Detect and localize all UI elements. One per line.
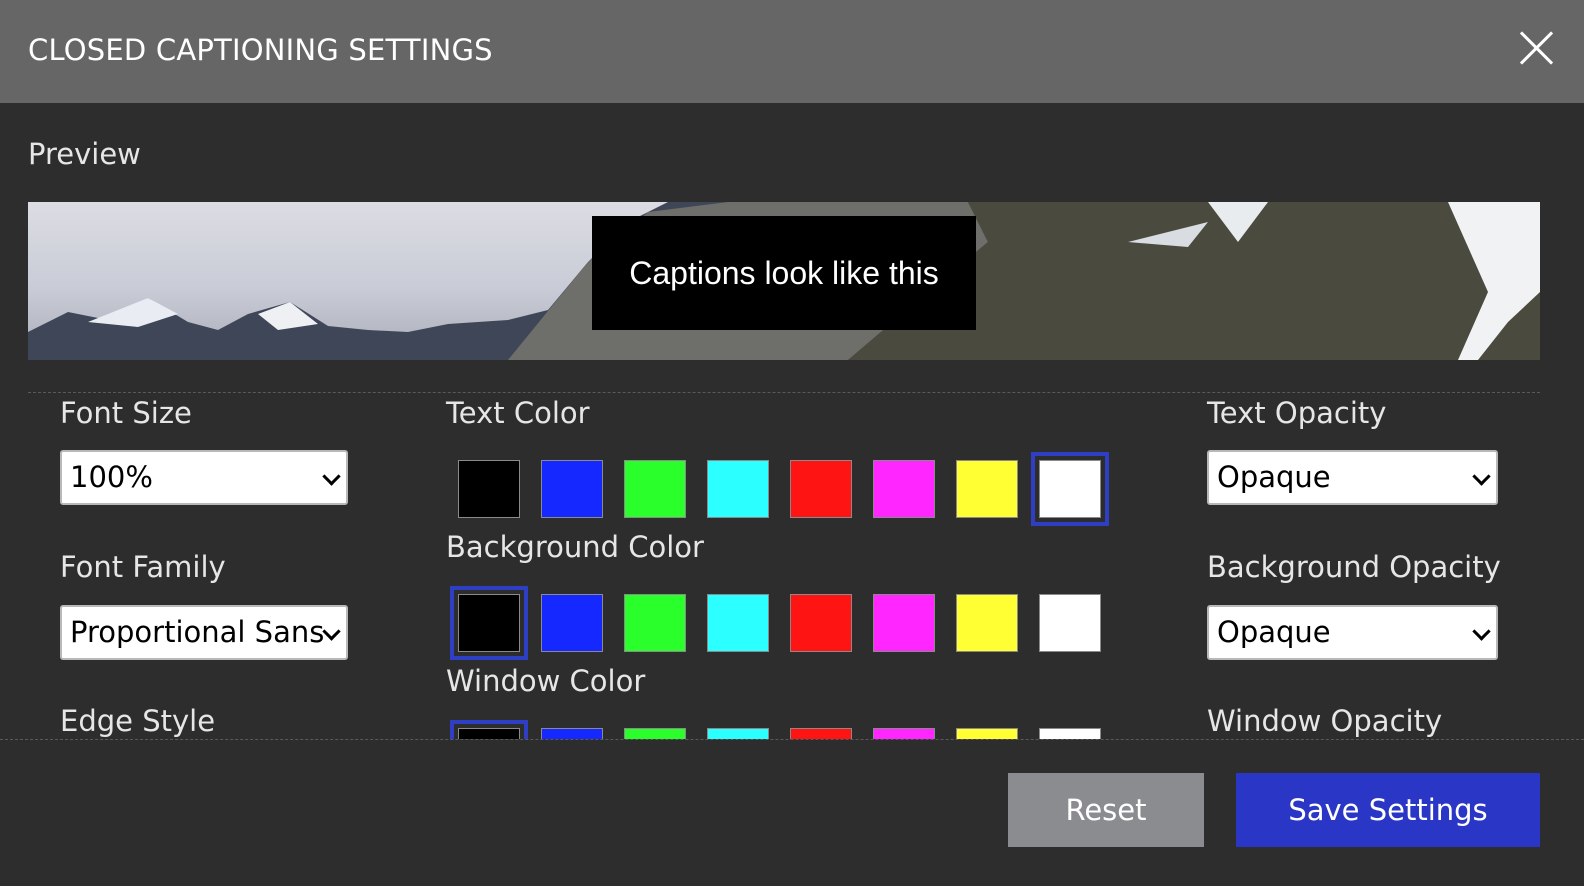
- chevron-down-icon: [1472, 622, 1491, 641]
- font-size-value: 100%: [70, 460, 153, 494]
- chevron-down-icon: [322, 467, 341, 486]
- chevron-down-icon: [1472, 467, 1491, 486]
- background-color-swatch-black[interactable]: [450, 586, 528, 660]
- font-family-value: Proportional Sans: [70, 615, 325, 649]
- chevron-down-icon: [322, 622, 341, 641]
- dialog-title: CLOSED CAPTIONING SETTINGS: [28, 33, 493, 67]
- window-color-label: Window Color: [446, 664, 646, 698]
- background-color-label: Background Color: [446, 530, 704, 564]
- close-icon[interactable]: [1518, 30, 1554, 66]
- text-color-swatch-black[interactable]: [458, 460, 520, 518]
- window-color-swatch-red[interactable]: [790, 728, 852, 739]
- background-color-swatch-green[interactable]: [624, 594, 686, 652]
- font-size-select[interactable]: 100%: [60, 450, 348, 505]
- background-color-swatch-white[interactable]: [1039, 594, 1101, 652]
- background-color-swatch-red[interactable]: [790, 594, 852, 652]
- window-color-swatch-blue[interactable]: [541, 728, 603, 739]
- window-color-swatch-green[interactable]: [624, 728, 686, 739]
- dialog-body: Preview Captions look like this Font Siz…: [0, 103, 1584, 739]
- text-color-label: Text Color: [446, 396, 590, 430]
- background-opacity-value: Opaque: [1217, 615, 1331, 649]
- background-color-swatch-magenta[interactable]: [873, 594, 935, 652]
- footer-divider: [0, 739, 1584, 740]
- text-color-swatch-blue[interactable]: [541, 460, 603, 518]
- text-color-swatch-magenta[interactable]: [873, 460, 935, 518]
- save-settings-button[interactable]: Save Settings: [1236, 773, 1540, 847]
- window-color-swatch-magenta[interactable]: [873, 728, 935, 739]
- text-opacity-select[interactable]: Opaque: [1207, 450, 1498, 505]
- text-color-swatch-red[interactable]: [790, 460, 852, 518]
- font-family-select[interactable]: Proportional Sans: [60, 605, 348, 660]
- preview-image: Captions look like this: [28, 202, 1540, 360]
- window-color-swatch-yellow[interactable]: [956, 728, 1018, 739]
- background-opacity-label: Background Opacity: [1207, 550, 1501, 584]
- text-opacity-label: Text Opacity: [1207, 396, 1387, 430]
- window-color-swatch-white[interactable]: [1039, 728, 1101, 739]
- reset-button[interactable]: Reset: [1008, 773, 1204, 847]
- background-opacity-select[interactable]: Opaque: [1207, 605, 1498, 660]
- font-family-label: Font Family: [60, 550, 226, 584]
- dialog-header: CLOSED CAPTIONING SETTINGS: [0, 0, 1584, 103]
- preview-label: Preview: [28, 137, 141, 171]
- text-color-swatch-green[interactable]: [624, 460, 686, 518]
- caption-preview-text: Captions look like this: [592, 216, 976, 330]
- edge-style-label: Edge Style: [60, 704, 216, 738]
- window-color-swatch-black[interactable]: [450, 720, 528, 739]
- window-color-swatch-cyan[interactable]: [707, 728, 769, 739]
- divider: [28, 392, 1540, 393]
- text-color-swatch-white[interactable]: [1031, 452, 1109, 526]
- background-color-swatch-cyan[interactable]: [707, 594, 769, 652]
- background-color-swatch-yellow[interactable]: [956, 594, 1018, 652]
- text-opacity-value: Opaque: [1217, 460, 1331, 494]
- text-color-swatch-cyan[interactable]: [707, 460, 769, 518]
- text-color-swatch-yellow[interactable]: [956, 460, 1018, 518]
- background-color-swatch-blue[interactable]: [541, 594, 603, 652]
- window-opacity-label: Window Opacity: [1207, 704, 1443, 738]
- font-size-label: Font Size: [60, 396, 192, 430]
